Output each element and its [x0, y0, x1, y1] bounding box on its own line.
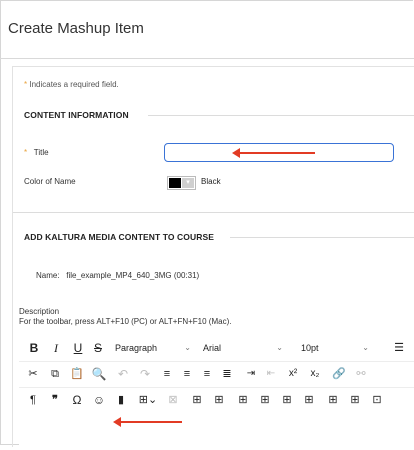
undo-icon[interactable]: ↶: [115, 361, 131, 387]
form-body: * Indicates a required field. CONTENT IN…: [12, 66, 414, 450]
align-center-icon[interactable]: ≡: [179, 361, 195, 387]
col-delete-icon[interactable]: ⊞: [347, 387, 363, 413]
chevron-down-icon: ▾: [182, 178, 194, 188]
color-swatch: [169, 178, 181, 188]
toolbar-row-1: B I U S Paragraph ⌄ Arial ⌄ 10pt ⌄ ☰: [19, 335, 414, 362]
copy-icon[interactable]: ⧉: [47, 361, 63, 387]
toolbar-row-2: ✂ ⧉ 📋 🔍 ↶ ↷ ≡ ≡ ≡ ≣ ⇥ ⇤ x² x₂ 🔗 ⚯: [19, 361, 414, 388]
paragraph-mark-icon[interactable]: ¶: [25, 387, 41, 413]
required-note: * Indicates a required field.: [24, 80, 119, 89]
row-before-icon[interactable]: ⊞: [257, 387, 273, 413]
chevron-down-icon: ⌄: [184, 343, 191, 352]
cut-icon[interactable]: ✂: [25, 361, 41, 387]
table-merge-icon[interactable]: ⊞: [235, 387, 251, 413]
annotation-arrow-icon: [232, 148, 315, 158]
table-grid-icon[interactable]: ⊞: [189, 387, 205, 413]
dialog-header: Create Mashup Item: [0, 0, 414, 59]
chevron-down-icon: ⌄: [362, 343, 369, 352]
page-title: Create Mashup Item: [8, 20, 144, 37]
underline-icon[interactable]: U: [71, 335, 85, 361]
size-dropdown[interactable]: 10pt ⌄: [301, 335, 369, 361]
title-label-text: Title: [33, 148, 49, 157]
find-icon[interactable]: 🔍: [91, 361, 107, 387]
align-left-icon[interactable]: ≡: [159, 361, 175, 387]
required-star-icon: *: [24, 80, 28, 89]
row-after-icon[interactable]: ⊞: [279, 387, 295, 413]
section-heading-content-info: CONTENT INFORMATION: [24, 110, 129, 120]
cell-props-icon[interactable]: ⊡: [369, 387, 385, 413]
table-icon[interactable]: ⊞⌄: [135, 387, 161, 413]
table-split-icon[interactable]: ⊞: [211, 387, 227, 413]
outdent-icon[interactable]: ⇤: [263, 361, 279, 387]
font-dropdown[interactable]: Arial ⌄: [203, 335, 283, 361]
col-after-icon[interactable]: ⊞: [325, 387, 341, 413]
redo-icon[interactable]: ↷: [137, 361, 153, 387]
media-name-label: Name:: [36, 271, 60, 280]
strikethrough-icon[interactable]: S: [91, 335, 105, 361]
emoji-icon[interactable]: ☺: [91, 387, 107, 413]
required-star-icon: *: [24, 148, 28, 157]
list-icon[interactable]: ☰: [391, 335, 407, 361]
font-value: Arial: [203, 343, 222, 353]
color-picker-button[interactable]: ▾: [167, 176, 196, 190]
link-icon[interactable]: 🔗: [331, 361, 347, 387]
indent-icon[interactable]: ⇥: [243, 361, 259, 387]
toolbar-hint: For the toolbar, press ALT+F10 (PC) or A…: [19, 317, 232, 326]
required-note-text: Indicates a required field.: [29, 80, 119, 89]
col-before-icon[interactable]: ⊞: [301, 387, 317, 413]
title-label: * Title: [24, 148, 49, 157]
section-divider: [148, 115, 414, 116]
chevron-down-icon: ⌄: [276, 343, 283, 352]
italic-icon[interactable]: I: [49, 335, 63, 361]
color-of-name-label: Color of Name: [24, 177, 76, 186]
description-label: Description: [19, 307, 60, 316]
unlink-icon[interactable]: ⚯: [353, 361, 369, 387]
bookmark-icon[interactable]: ▮: [113, 387, 129, 413]
subscript-icon[interactable]: x₂: [307, 361, 323, 387]
section-heading-kaltura: ADD KALTURA MEDIA CONTENT TO COURSE: [24, 232, 215, 242]
special-char-icon[interactable]: Ω: [69, 387, 85, 413]
bold-icon[interactable]: B: [27, 335, 41, 361]
annotation-arrow-icon: [113, 417, 182, 427]
section-separator: [13, 212, 414, 213]
media-name-value: file_example_MP4_640_3MG (00:31): [66, 271, 200, 280]
justify-icon[interactable]: ≣: [219, 361, 235, 387]
superscript-icon[interactable]: x²: [285, 361, 301, 387]
media-name-row: Name: file_example_MP4_640_3MG (00:31): [36, 271, 199, 280]
color-value-label: Black: [201, 177, 221, 186]
blockquote-icon[interactable]: ❞: [47, 387, 63, 413]
toolbar-row-3: ¶ ❞ Ω ☺ ▮ ⊞⌄ ⊠ ⊞ ⊞ ⊞ ⊞ ⊞ ⊞ ⊞ ⊞ ⊡: [19, 387, 414, 413]
size-value: 10pt: [301, 343, 319, 353]
format-value: Paragraph: [115, 343, 158, 353]
paste-icon[interactable]: 📋: [69, 361, 85, 387]
align-right-icon[interactable]: ≡: [199, 361, 215, 387]
format-dropdown[interactable]: Paragraph ⌄: [115, 335, 191, 361]
table-props-icon[interactable]: ⊠: [165, 387, 181, 413]
section-divider: [230, 237, 414, 238]
